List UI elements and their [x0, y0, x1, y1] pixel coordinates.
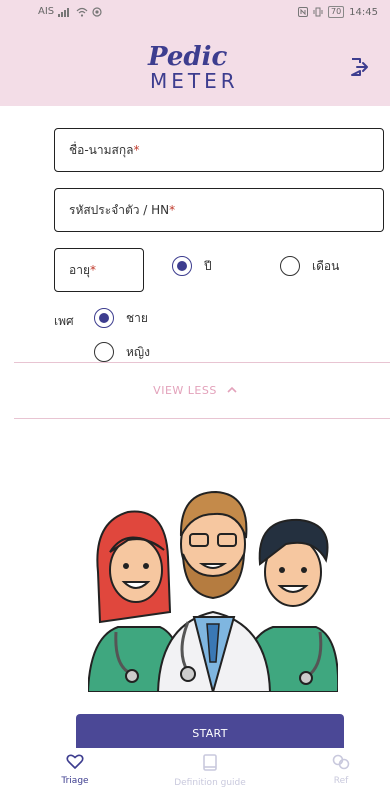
status-left: AIS	[38, 6, 102, 17]
logout-icon[interactable]	[348, 56, 370, 78]
logo-wordmark-bottom: METER	[150, 69, 239, 93]
name-field-label: ชื่อ-นามสกุล	[69, 142, 134, 157]
chevron-up-icon	[227, 386, 237, 393]
radio-unchecked-icon	[94, 342, 114, 362]
name-field[interactable]: ชื่อ-นามสกุล *	[54, 128, 384, 172]
age-field[interactable]: อายุ *	[54, 248, 144, 292]
battery-indicator: 70	[327, 6, 345, 18]
link-icon	[332, 754, 350, 770]
carrier-label: AIS	[38, 6, 55, 17]
age-unit-month-radio[interactable]: เดือน	[280, 256, 339, 276]
tab-ref[interactable]: Ref	[296, 754, 386, 786]
gender-male-label: ชาย	[126, 310, 148, 325]
age-unit-month-label: เดือน	[312, 258, 340, 273]
required-mark: *	[169, 203, 176, 217]
tab-triage[interactable]: Triage	[30, 754, 120, 786]
view-less-toggle[interactable]: VIEW LESS	[0, 362, 390, 418]
gender-female-label: หญิง	[126, 344, 150, 359]
hn-field-label: รหัสประจำตัว / HN	[69, 202, 170, 217]
view-less-label: VIEW LESS	[153, 383, 217, 397]
eye-icon	[92, 6, 102, 17]
required-mark: *	[133, 143, 140, 157]
app-header: Pedic METER	[0, 24, 390, 106]
wifi-icon	[76, 7, 88, 17]
bottom-tab-bar: Triage Definition guide Ref	[0, 748, 390, 798]
tab-triage-label: Triage	[61, 776, 89, 786]
gender-male-radio[interactable]: ชาย	[94, 308, 148, 328]
app-logo: Pedic METER	[148, 44, 258, 94]
status-bar: AIS 70 14:45	[0, 0, 390, 24]
required-mark: *	[89, 263, 96, 277]
clock: 14:45	[349, 6, 378, 18]
status-right: 70 14:45	[297, 6, 378, 18]
bearded-doctor-figure	[156, 490, 272, 692]
logo-wordmark-top: Pedic	[148, 42, 228, 72]
tab-ref-label: Ref	[333, 776, 349, 786]
hn-field[interactable]: รหัสประจำตัว / HN *	[54, 188, 384, 232]
vibrate-icon	[313, 7, 323, 17]
book-icon	[203, 754, 217, 771]
age-field-label: อายุ	[69, 262, 90, 277]
radio-checked-icon	[172, 256, 192, 276]
age-unit-year-label: ปี	[204, 258, 212, 273]
age-unit-year-radio[interactable]: ปี	[172, 256, 212, 276]
tab-definition-guide[interactable]: Definition guide	[165, 754, 255, 788]
signal-icon	[58, 7, 70, 17]
doctors-illustration	[88, 490, 338, 692]
gender-female-radio[interactable]: หญิง	[94, 342, 150, 362]
start-button[interactable]: START	[76, 714, 344, 752]
radio-checked-icon	[94, 308, 114, 328]
gender-label: เพศ	[54, 314, 74, 328]
radio-unchecked-icon	[280, 256, 300, 276]
divider-bottom	[14, 418, 390, 419]
nfc-icon	[297, 7, 308, 17]
heart-icon	[66, 754, 84, 769]
tab-definition-guide-label: Definition guide	[174, 778, 246, 788]
